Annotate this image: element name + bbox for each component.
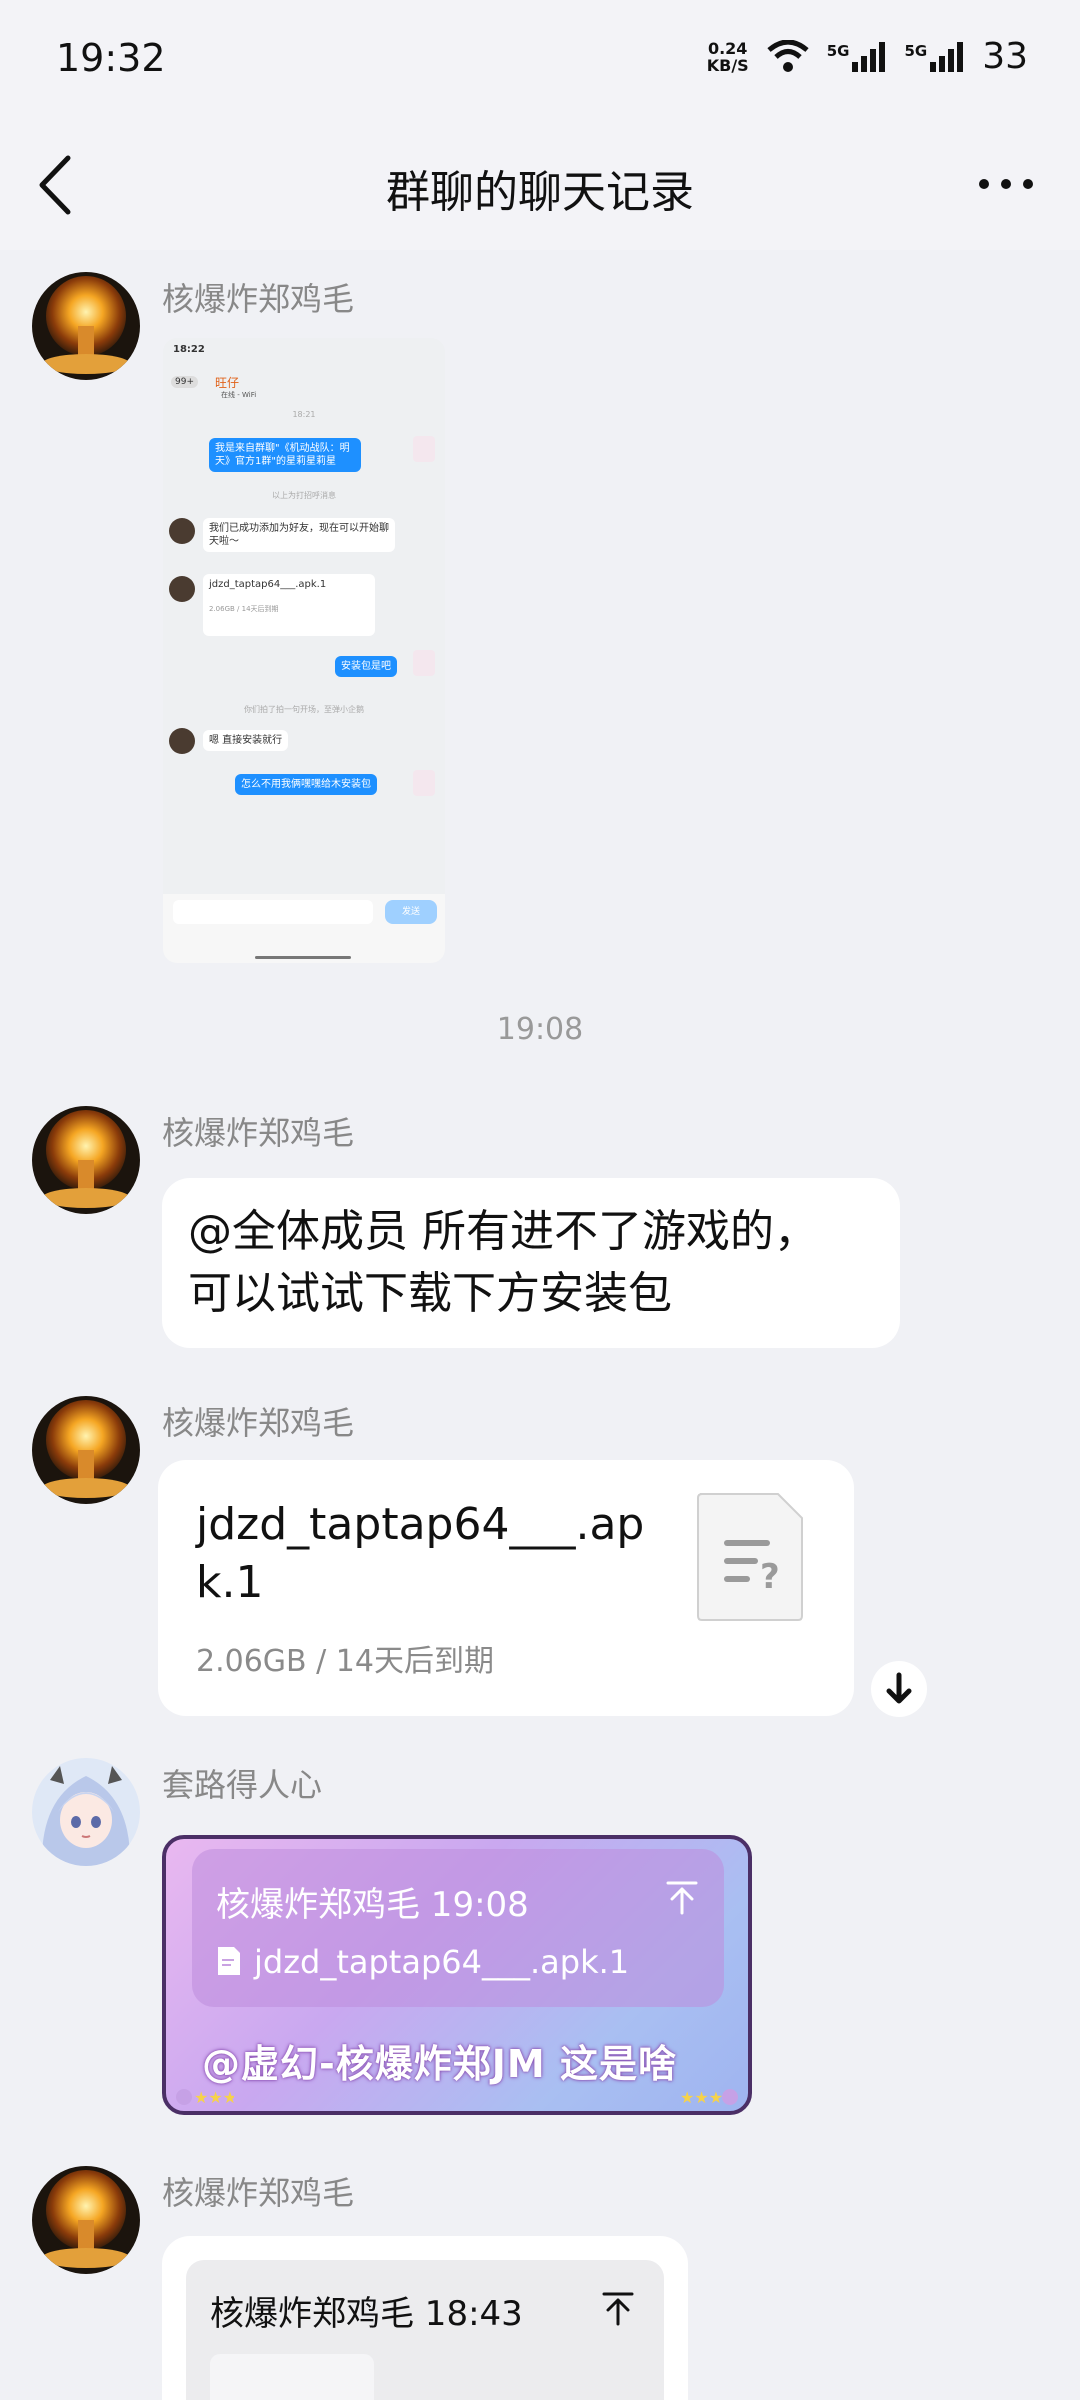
avatar[interactable] [32, 2166, 140, 2274]
bubble-decor-stars-icon: ★★★ [176, 2088, 234, 2107]
shot-input-area: 发送 [163, 894, 445, 963]
avatar-explosion-icon [32, 2166, 140, 2274]
sender-name: 核爆炸郑鸡毛 [162, 1114, 355, 1152]
shot-avatar [169, 518, 195, 544]
sender-name: 核爆炸郑鸡毛 [162, 1404, 355, 1442]
jump-to-top-icon [602, 2292, 634, 2326]
status-icons: 0.24 KB/S 5G 5G 33 [707, 36, 1028, 77]
svg-text:★★★: ★★★ [680, 2088, 723, 2107]
signal-icon [852, 41, 886, 72]
timestamp: 19:08 [496, 1012, 584, 1047]
download-button[interactable] [871, 1661, 927, 1717]
avatar-explosion-icon [32, 1396, 140, 1504]
shot-avatar [169, 576, 195, 602]
top-nav-bar: 群聊的聊天记录 [0, 120, 1080, 250]
quoted-message[interactable]: 核爆炸郑鸡毛 19:08 jdzd_taptap64___.apk.1 [192, 1849, 724, 2007]
reply-message-bubble[interactable]: 核爆炸郑鸡毛 19:08 jdzd_taptap64___.apk.1 @虚幻-… [162, 1835, 752, 2115]
status-time: 19:32 [56, 36, 166, 80]
download-icon [886, 1672, 912, 1704]
shot-contact: 旺仔 [215, 376, 240, 390]
shot-msg3: 安装包是吧 [335, 656, 397, 677]
file-message-card[interactable]: jdzd_taptap64___.ap k.1 2.06GB / 14天后到期 … [158, 1460, 854, 1716]
shot-avatar [169, 728, 195, 754]
page-title: 群聊的聊天记录 [386, 167, 694, 218]
wifi-icon [767, 39, 809, 72]
shot-msg-time: 18:21 [292, 410, 316, 419]
shot-contact-status: 在线 - WiFi [221, 391, 257, 399]
file-icon [218, 1947, 240, 1975]
text-message-bubble[interactable]: @全体成员 所有进不了游戏的， 可以试试下载下方安装包 [162, 1178, 900, 1348]
avatar-explosion-icon [32, 272, 140, 380]
svg-text:?: ? [760, 1557, 780, 1597]
chat-history[interactable]: 核爆炸郑鸡毛 18:22 99+ 旺仔 在线 - WiFi 18:21 我是来自… [0, 250, 1080, 2400]
shot-avatar [413, 436, 435, 462]
svg-text:★★★: ★★★ [194, 2088, 234, 2107]
avatar[interactable] [32, 1106, 140, 1214]
shot-avatar [413, 770, 435, 796]
shot-time: 18:22 [173, 344, 205, 355]
shot-sys1: 以上为打招呼消息 [272, 491, 336, 500]
network-speed: 0.24 KB/S [706, 38, 749, 75]
shot-file: jdzd_taptap64___.apk.1 2.06GB / 14天后到期 [203, 574, 375, 636]
shot-msg4: 嗯 直接安装就行 [203, 730, 289, 751]
reply-text: @虚幻-核爆炸郑JM 这是啥 [202, 2042, 677, 2086]
avatar[interactable] [32, 272, 140, 380]
quote-header: 核爆炸郑鸡毛 18:43 [210, 2294, 523, 2334]
unknown-file-icon: ? [697, 1493, 803, 1621]
message-line: 可以试试下载下方安装包 [188, 1268, 672, 1319]
shot-badge: 99+ [171, 376, 198, 388]
shot-msg1: 我是来自群聊"《机动战队：明天》官方1群"的星莉星莉星 [209, 438, 361, 472]
sender-name: 核爆炸郑鸡毛 [162, 280, 355, 318]
quote-header: 核爆炸郑鸡毛 19:08 [216, 1885, 529, 1925]
more-icon [979, 179, 1033, 189]
signal-5g-2: 5G [904, 41, 964, 72]
shared-screenshot-image[interactable]: 18:22 99+ 旺仔 在线 - WiFi 18:21 我是来自群聊"《机动战… [163, 338, 445, 963]
sender-name: 核爆炸郑鸡毛 [162, 2174, 355, 2212]
file-meta: 2.06GB / 14天后到期 [196, 1644, 494, 1679]
signal-5g-1: 5G [827, 41, 887, 72]
file-name-line: k.1 [196, 1557, 264, 1608]
avatar-anime-girl-icon [32, 1758, 140, 1866]
signal-icon [930, 41, 964, 72]
file-name-line: jdzd_taptap64___.ap [196, 1499, 645, 1550]
jump-to-top-icon [666, 1881, 698, 1915]
shot-sys2: 你们拍了拍一句开场，至弹小企鹅 [244, 705, 364, 714]
bubble-decor-stars-icon: ★★★ [680, 2088, 738, 2107]
quoted-screenshot-thumbnail [210, 2354, 374, 2400]
status-bar: 19:32 0.24 KB/S 5G 5G 33 [0, 0, 1080, 120]
shot-msg2: 我们已成功添加为好友，现在可以开始聊天啦～ [203, 518, 395, 552]
shot-avatar [413, 650, 435, 676]
more-button[interactable] [970, 150, 1050, 220]
quote-message-bubble[interactable]: 核爆炸郑鸡毛 18:43 [162, 2236, 688, 2400]
sender-name: 套路得人心 [162, 1766, 323, 1804]
battery-level: 33 [982, 36, 1028, 77]
shot-msg5: 怎么不用我俩嘿嘿给木安装包 [235, 774, 377, 795]
message-line: @全体成员 所有进不了游戏的， [188, 1206, 818, 1257]
avatar[interactable] [32, 1396, 140, 1504]
avatar[interactable] [32, 1758, 140, 1866]
avatar-explosion-icon [32, 1106, 140, 1214]
quote-file-name: jdzd_taptap64___.apk.1 [254, 1943, 630, 1981]
quoted-message[interactable]: 核爆炸郑鸡毛 18:43 [186, 2260, 664, 2400]
